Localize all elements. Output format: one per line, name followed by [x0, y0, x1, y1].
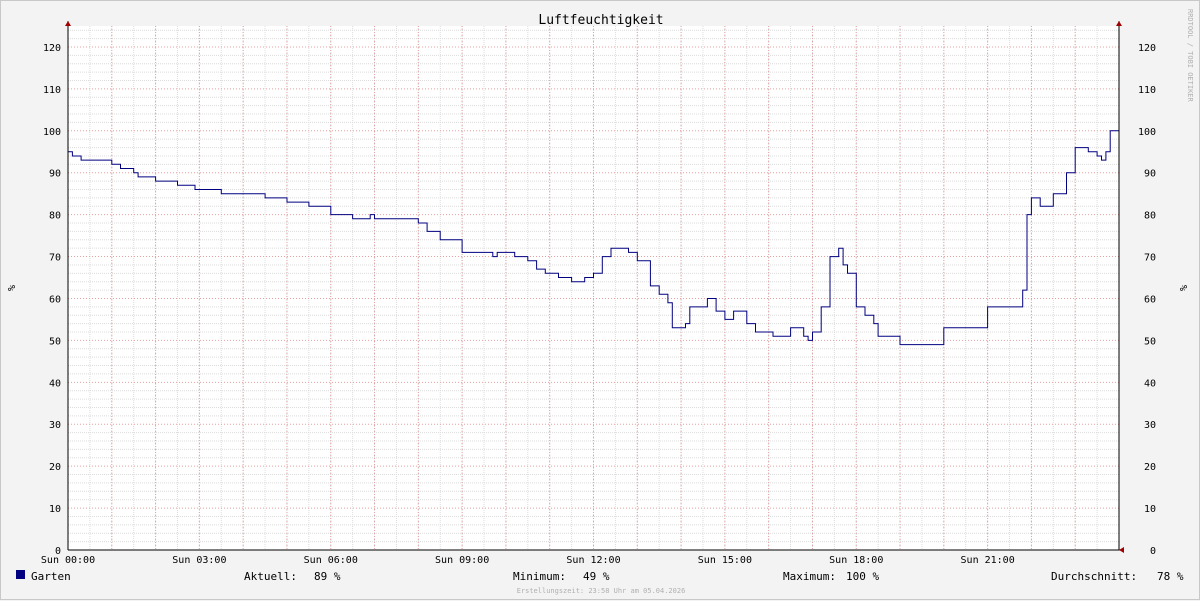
y-tick-label: 30: [1144, 420, 1156, 431]
legend-avg-label: Durchschnitt:: [1051, 570, 1137, 583]
y-axis-label-right: %: [1179, 285, 1190, 291]
y-tick-label: 100: [1138, 127, 1156, 138]
y-tick-label: 40: [1144, 378, 1156, 389]
y-tick-label: 70: [1144, 253, 1156, 264]
y-tick-label: 90: [1144, 169, 1156, 180]
y-tick-label: 60: [49, 294, 61, 305]
y-tick-label: 110: [43, 85, 61, 96]
y-tick-label: 110: [1138, 85, 1156, 96]
y-tick-label: 80: [49, 211, 61, 222]
x-tick-label: Sun 06:00: [304, 555, 358, 566]
y-axis-right-arrow-icon: [1116, 21, 1122, 26]
footer-timestamp: Erstellungszeit: 23:58 Uhr am 05.04.2026: [517, 587, 686, 595]
x-tick-label: Sun 09:00: [435, 555, 489, 566]
x-tick-labels: Sun 00:00 Sun 03:00 Sun 06:00 Sun 09:00 Sun …: [41, 555, 1015, 566]
rrdtool-watermark: RRDTOOL / TOBI OETIKER: [1186, 9, 1194, 103]
chart-title: Luftfeuchtigkeit: [538, 13, 663, 28]
y-tick-label: 50: [49, 336, 61, 347]
y-axis-label-left: %: [7, 285, 18, 291]
x-axis-arrow-icon: [1119, 547, 1124, 553]
legend-series-label: Garten: [31, 570, 71, 583]
y-tick-label: 120: [1138, 43, 1156, 54]
legend-swatch-garten: [16, 570, 25, 579]
y-tick-label: 20: [49, 462, 61, 473]
y-tick-label: 120: [43, 43, 61, 54]
chart-frame: 0 10 20 30 40 50 60 70 80 90 100 110 120 0 10 20 30 40 50…: [0, 0, 1200, 600]
legend-min-label: Minimum:: [513, 570, 566, 583]
y-tick-label: 70: [49, 253, 61, 264]
legend-min-value: 49 %: [583, 570, 610, 583]
y-tick-label: 10: [1144, 504, 1156, 515]
y-tick-labels-right: 0 10 20 30 40 50 60 70 80 90 100 110 120: [1138, 43, 1156, 557]
y-tick-label: 90: [49, 169, 61, 180]
y-axis-left-arrow-icon: [65, 21, 71, 26]
y-tick-label: 20: [1144, 462, 1156, 473]
line-chart: 0 10 20 30 40 50 60 70 80 90 100 110 120 0 10 20 30 40 50…: [7, 9, 1194, 595]
legend-avg-value: 78 %: [1157, 570, 1184, 583]
x-tick-label: Sun 12:00: [566, 555, 620, 566]
y-tick-label: 50: [1144, 336, 1156, 347]
y-tick-label: 100: [43, 127, 61, 138]
x-tick-label: Sun 18:00: [829, 555, 883, 566]
y-tick-label: 0: [1150, 546, 1156, 557]
y-tick-label: 10: [49, 504, 61, 515]
legend-current-value: 89 %: [314, 570, 341, 583]
y-tick-label: 60: [1144, 294, 1156, 305]
legend-max-label: Maximum:: [783, 570, 836, 583]
y-tick-label: 40: [49, 378, 61, 389]
y-tick-labels-left: 0102030405060708090100110120: [43, 43, 61, 557]
y-tick-label: 80: [1144, 211, 1156, 222]
x-tick-label: Sun 03:00: [172, 555, 226, 566]
legend-current-label: Aktuell:: [244, 570, 297, 583]
y-tick-label: 30: [49, 420, 61, 431]
x-tick-label: Sun 15:00: [698, 555, 752, 566]
x-tick-label: Sun 21:00: [961, 555, 1015, 566]
legend-max-value: 100 %: [846, 570, 879, 583]
x-tick-label: Sun 00:00: [41, 555, 95, 566]
